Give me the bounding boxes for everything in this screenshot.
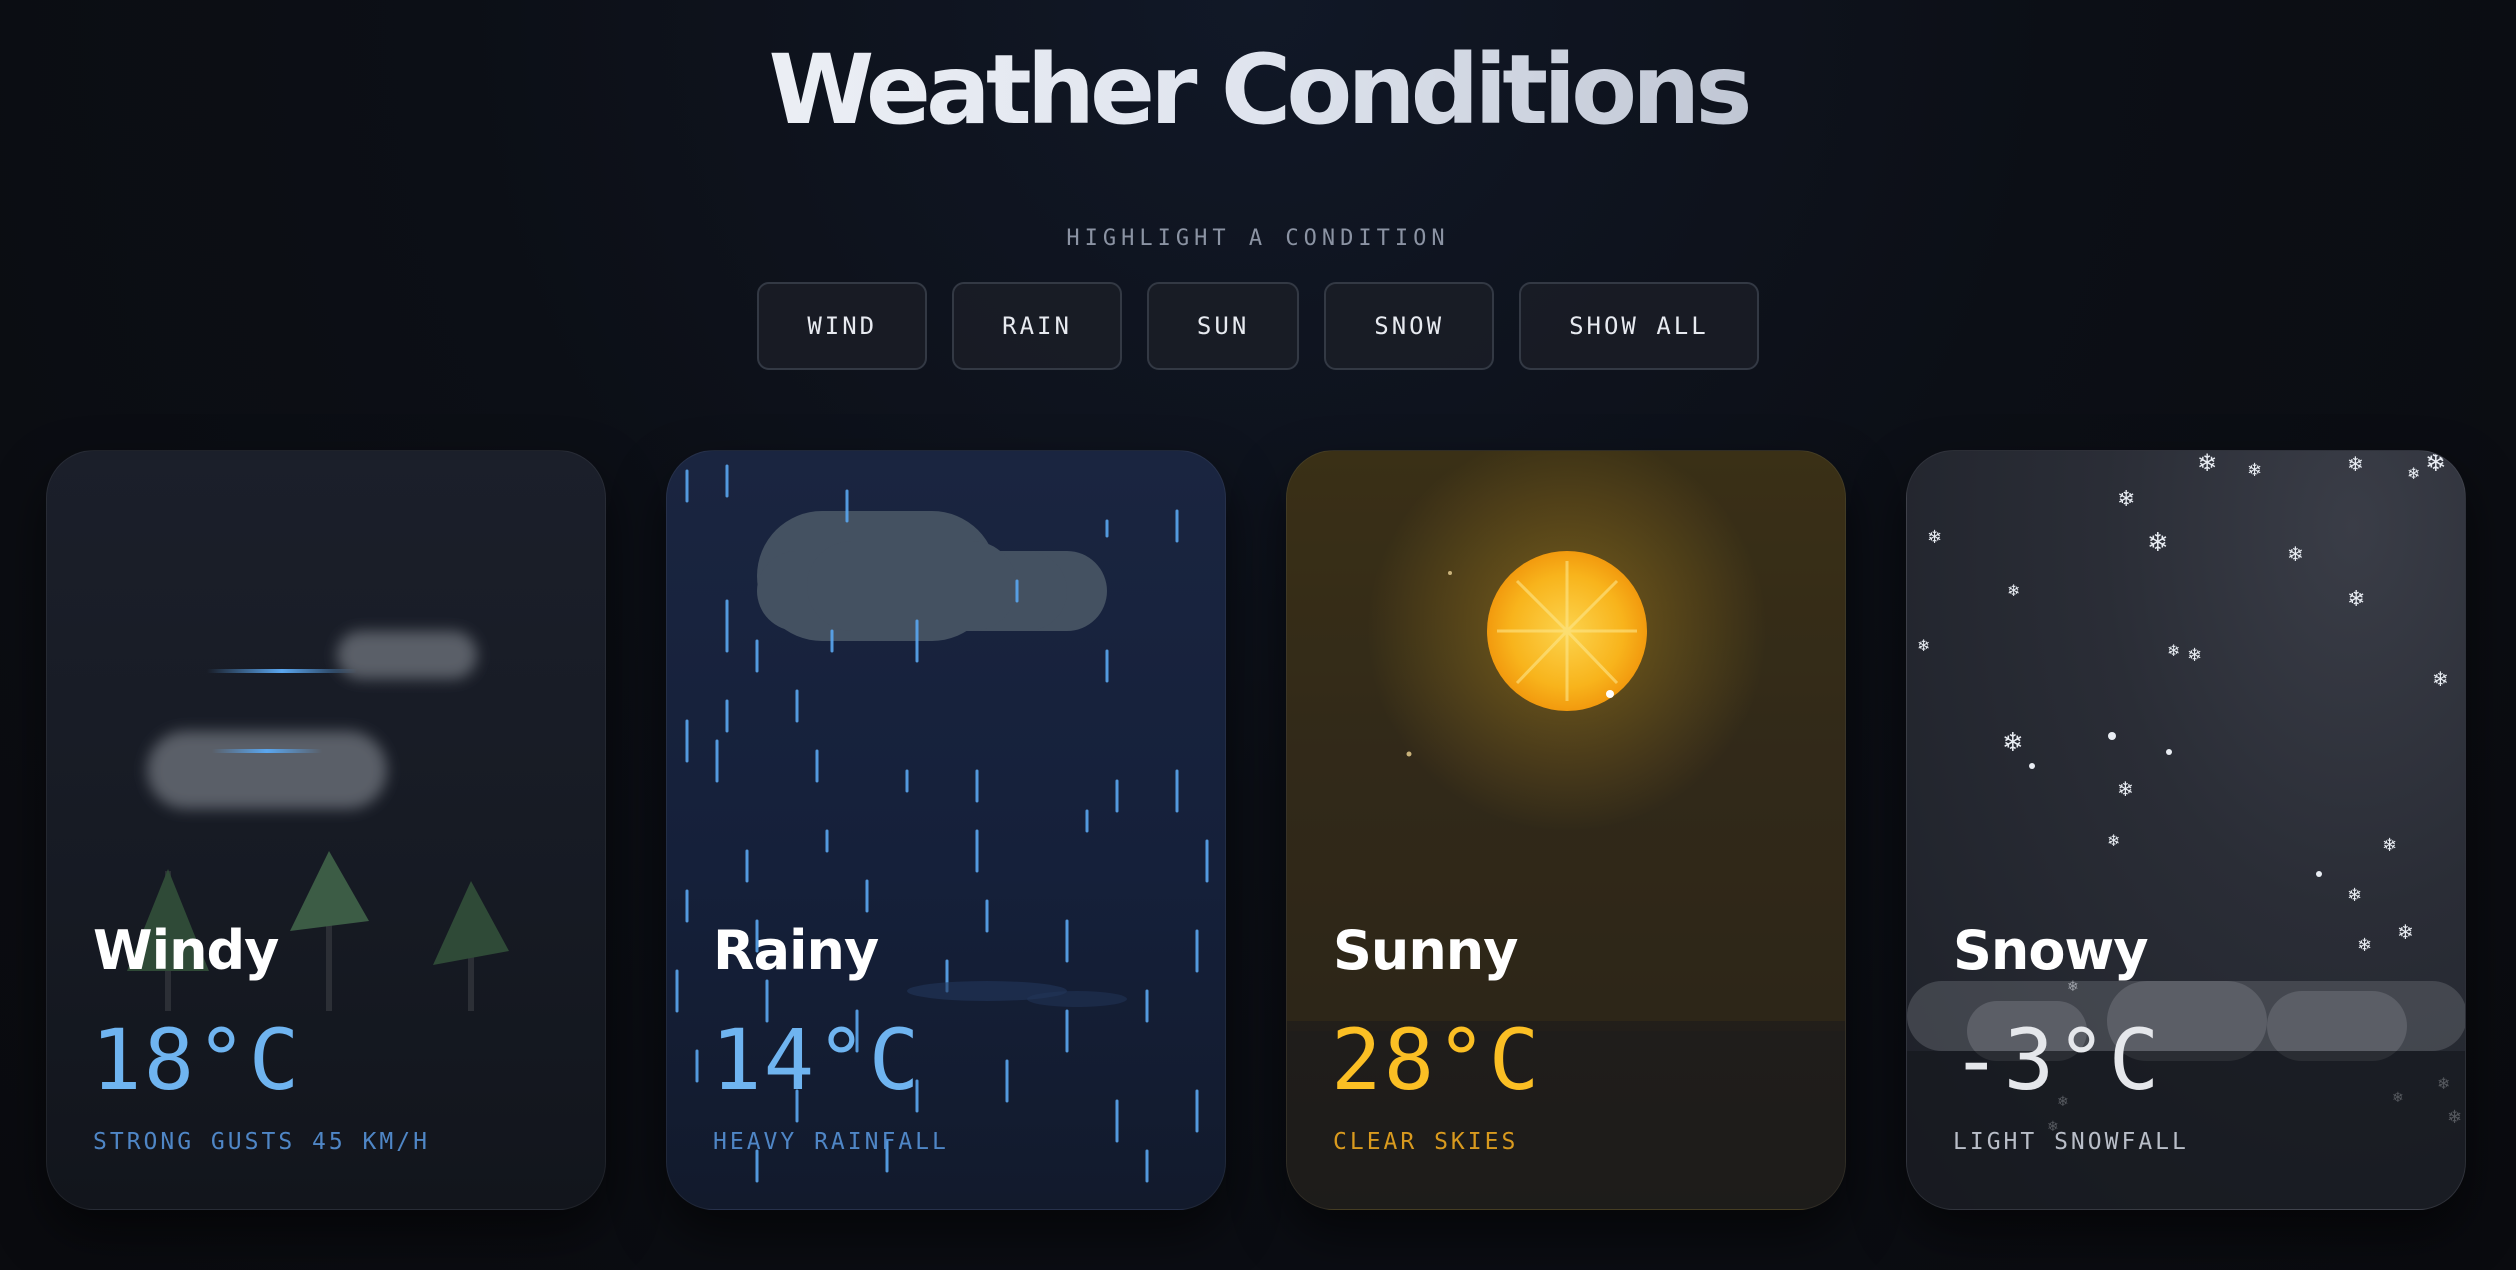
filter-wind-button[interactable]: WIND	[757, 282, 928, 370]
snowflake: ❄	[2347, 587, 2365, 612]
snowflake: ❄	[2197, 451, 2217, 477]
snowflake: ❄	[2382, 835, 2397, 856]
weather-card-snowy[interactable]: ❄❄❄❄❄❄❄❄❄❄❄❄❄❄❄❄❄❄❄❄❄❄❄❄❄❄❄❄❄ Snowy -3°C…	[1906, 450, 2466, 1210]
page-title: Weather Conditions	[0, 30, 2516, 150]
card-temperature: 14°C	[711, 1011, 922, 1109]
snow-dot	[2316, 871, 2322, 877]
card-title: Rainy	[713, 919, 879, 982]
snowflake: ❄	[2247, 460, 2262, 481]
card-temperature: 18°C	[91, 1011, 302, 1109]
card-description: CLEAR SKIES	[1333, 1129, 1519, 1155]
snowflake: ❄	[2147, 528, 2169, 558]
filter-rain-button[interactable]: RAIN	[952, 282, 1122, 370]
card-title: Snowy	[1953, 919, 2149, 982]
snowflake: ❄	[2432, 667, 2449, 691]
snowflake: ❄	[2347, 885, 2362, 906]
snowflake: ❄	[2107, 831, 2120, 850]
card-title: Sunny	[1333, 919, 1518, 982]
weather-card-sunny[interactable]: Sunny 28°C CLEAR SKIES	[1286, 450, 1846, 1210]
snow-dot	[2108, 732, 2116, 740]
filter-sun-button[interactable]: SUN	[1146, 282, 1300, 370]
snowflake: ❄	[2167, 641, 2180, 660]
snowflake: ❄	[2407, 464, 2420, 483]
snowflake: ❄	[2187, 645, 2202, 666]
snowflake: ❄	[2357, 935, 2372, 956]
snowflake: ❄	[2397, 920, 2414, 944]
weather-card-rainy[interactable]: Rainy 14°C HEAVY RAINFALL	[666, 450, 1226, 1210]
snowflake: ❄	[2347, 452, 2364, 476]
card-temperature: -3°C	[1951, 1011, 2162, 1109]
filter-subtitle: HIGHLIGHT A CONDITION	[1066, 226, 1450, 251]
snow-dot	[2029, 763, 2035, 769]
show-all-button[interactable]: SHOW ALL	[1519, 282, 1759, 370]
card-temperature: 28°C	[1331, 1011, 1542, 1109]
snowflake: ❄	[1927, 527, 1942, 548]
card-description: LIGHT SNOWFALL	[1953, 1129, 2189, 1155]
snowflake: ❄	[2002, 728, 2024, 758]
card-description: STRONG GUSTS 45 KM/H	[93, 1129, 430, 1155]
card-title: Windy	[93, 919, 279, 982]
filter-bar: WIND RAIN SUN SNOW SHOW ALL	[0, 282, 2516, 370]
snowflake: ❄	[2287, 542, 2304, 566]
snowflake: ❄	[2117, 777, 2134, 801]
filter-snow-button[interactable]: SNOW	[1324, 282, 1495, 370]
snowflake: ❄	[2007, 581, 2020, 600]
snowflake: ❄	[2117, 487, 2135, 512]
weather-card-windy[interactable]: Windy 18°C STRONG GUSTS 45 KM/H	[46, 450, 606, 1210]
card-description: HEAVY RAINFALL	[713, 1129, 949, 1155]
snowflake: ❄	[2425, 451, 2447, 478]
snowflake: ❄	[1917, 636, 1930, 655]
snow-dot	[2166, 749, 2172, 755]
